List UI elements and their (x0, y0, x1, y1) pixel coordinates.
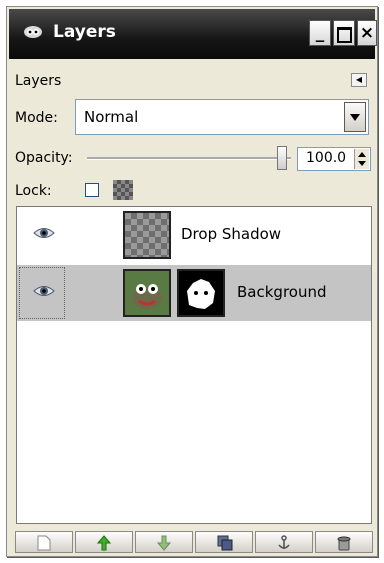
maximize-button[interactable] (333, 20, 355, 46)
opacity-value: 100.0 (306, 150, 347, 166)
panel-menu-icon[interactable]: ◀ (351, 73, 367, 87)
window-title: Layers (53, 22, 116, 42)
anchor-icon (278, 535, 290, 549)
layer-mask-thumbnail[interactable] (177, 269, 225, 317)
chevron-down-icon[interactable] (344, 102, 366, 132)
eye-icon[interactable] (33, 283, 55, 299)
mode-value: Normal (84, 108, 139, 126)
opacity-slider[interactable] (87, 157, 291, 160)
layer-thumbnail[interactable] (123, 269, 171, 317)
lock-pixels-checkbox[interactable] (85, 183, 99, 197)
layer-actions-bar (15, 531, 373, 553)
layer-thumbnail[interactable] (123, 211, 171, 259)
layer-name[interactable]: Drop Shadow (181, 225, 281, 243)
arrow-down-icon (157, 535, 171, 551)
trash-icon (337, 536, 351, 551)
duplicate-layer-button[interactable] (195, 531, 253, 553)
mask-icon (179, 271, 223, 315)
mode-select[interactable]: Normal (75, 99, 369, 135)
layer-row[interactable]: Background (17, 265, 371, 321)
close-button[interactable]: × (357, 20, 377, 46)
anchor-layer-button[interactable] (255, 531, 313, 553)
minimize-button[interactable]: _ (309, 20, 331, 46)
lower-layer-button[interactable] (135, 531, 193, 553)
panel-label: Layers (15, 73, 62, 89)
gimp-eye-icon (24, 26, 42, 38)
layers-dialog: Layers _ × Layers ◀ Mode: Normal Opacity… (6, 6, 378, 557)
title-bar[interactable]: Layers _ × (9, 9, 377, 59)
new-layer-button[interactable] (15, 531, 73, 553)
opacity-label: Opacity: (15, 150, 73, 166)
creature-icon (125, 271, 169, 315)
spin-down-icon[interactable] (358, 161, 366, 166)
spin-up-icon[interactable] (358, 152, 366, 157)
duplicate-icon (217, 535, 233, 551)
new-document-icon (37, 535, 51, 551)
opacity-spinbox[interactable]: 100.0 (297, 147, 371, 171)
lock-label: Lock: (15, 183, 52, 199)
alpha-lock-icon[interactable] (113, 180, 133, 200)
raise-layer-button[interactable] (75, 531, 133, 553)
layer-row[interactable]: Drop Shadow (17, 207, 371, 263)
layer-name[interactable]: Background (237, 283, 327, 301)
delete-layer-button[interactable] (315, 531, 373, 553)
mode-label: Mode: (15, 110, 58, 126)
layers-list[interactable]: Drop Shadow Background (16, 206, 372, 524)
arrow-up-icon (97, 535, 111, 551)
opacity-slider-handle[interactable] (277, 146, 287, 170)
spin-buttons[interactable] (354, 149, 369, 169)
eye-icon[interactable] (33, 225, 55, 241)
maximize-icon (336, 27, 352, 43)
